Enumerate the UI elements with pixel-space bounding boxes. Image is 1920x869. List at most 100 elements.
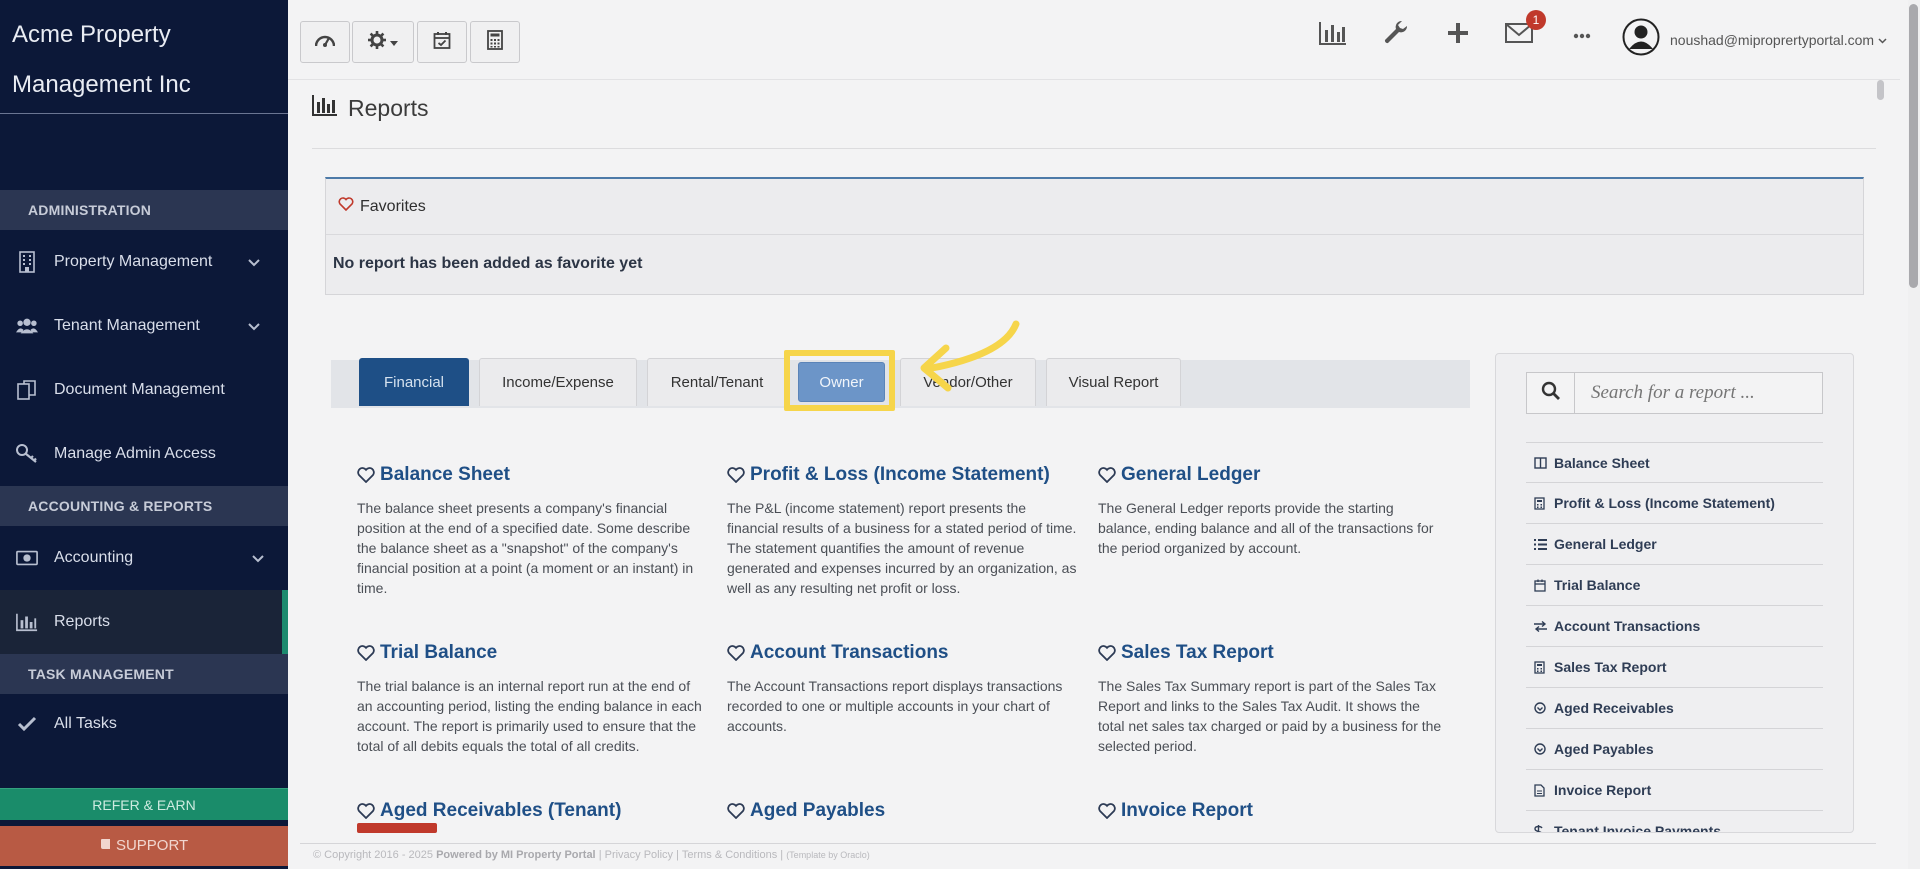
heart-icon[interactable] (727, 803, 745, 819)
report-card-sales-tax[interactable]: Sales Tax Report The Sales Tax Summary r… (1098, 642, 1448, 756)
report-description: The balance sheet presents a company's f… (357, 500, 694, 596)
sidebar-item-label: Accounting (54, 549, 134, 566)
report-title[interactable]: Balance Sheet (380, 464, 510, 486)
report-card-profit-loss[interactable]: Profit & Loss (Income Statement) The P&L… (727, 464, 1077, 598)
report-description: The trial balance is an internal report … (357, 678, 702, 754)
list-item-label: Aged Receivables (1554, 700, 1674, 716)
content-scrollbar[interactable] (1876, 80, 1886, 845)
settings-dropdown-button[interactable] (352, 21, 414, 63)
ellipsis-icon (1573, 26, 1591, 44)
list-item[interactable]: Aged Payables (1526, 729, 1823, 770)
report-title[interactable]: Invoice Report (1121, 800, 1253, 822)
tab-income-expense[interactable]: Income/Expense (479, 358, 637, 406)
report-card-account-transactions[interactable]: Account Transactions The Account Transac… (727, 642, 1077, 736)
tools-button[interactable] (1379, 18, 1413, 52)
report-title[interactable]: Account Transactions (750, 642, 949, 664)
window-scrollbar-thumb[interactable] (1909, 4, 1918, 288)
heart-icon[interactable] (357, 803, 375, 819)
refer-earn-button[interactable]: REFER & EARN (0, 788, 288, 820)
tab-rental-tenant[interactable]: Rental/Tenant (647, 358, 787, 406)
sidebar-item-label: Reports (54, 613, 111, 630)
calculator-button[interactable] (470, 21, 520, 63)
retiring-badge (357, 823, 437, 833)
check-icon (16, 713, 38, 735)
list-item[interactable]: Balance Sheet (1526, 442, 1823, 483)
report-card-aged-payables[interactable]: Aged Payables (727, 800, 1077, 822)
footer-powered[interactable]: Powered by MI Property Portal (436, 849, 596, 861)
sidebar-item-document-management[interactable]: Document Management (0, 358, 288, 422)
favorites-panel: Favorites No report has been added as fa… (325, 177, 1864, 295)
heart-icon[interactable] (357, 645, 375, 661)
section-task-management: TASK MANAGEMENT (0, 654, 288, 694)
key-icon (16, 443, 38, 465)
more-button[interactable] (1565, 18, 1599, 52)
sidebar-item-reports[interactable]: Reports (0, 590, 288, 654)
report-card-trial-balance[interactable]: Trial Balance The trial balance is an in… (357, 642, 707, 756)
sidebar-item-tenant-management[interactable]: Tenant Management (0, 294, 288, 358)
heart-icon[interactable] (1098, 803, 1116, 819)
report-card-aged-receivables-tenant[interactable]: Aged Receivables (Tenant) (357, 800, 707, 822)
report-title[interactable]: Aged Receivables (Tenant) (380, 800, 621, 822)
tab-financial[interactable]: Financial (359, 358, 469, 406)
top-bar: 1 noushad@miproprertyportal.com (288, 0, 1900, 80)
dashboard-button[interactable] (300, 21, 350, 63)
search-button[interactable] (1527, 373, 1575, 413)
highlight-box (784, 350, 895, 411)
sidebar-item-accounting[interactable]: Accounting (0, 526, 288, 590)
list-item[interactable]: Profit & Loss (Income Statement) (1526, 483, 1823, 524)
heart-icon[interactable] (357, 467, 375, 483)
list-item[interactable]: Tenant Invoice Payments (1526, 811, 1823, 833)
sidebar-item-all-tasks[interactable]: All Tasks (0, 694, 288, 754)
list-item[interactable]: Aged Receivables (1526, 688, 1823, 729)
report-card-invoice-report[interactable]: Invoice Report (1098, 800, 1448, 822)
list-item-label: Account Transactions (1554, 618, 1701, 634)
heart-icon[interactable] (727, 467, 745, 483)
report-title[interactable]: Aged Payables (750, 800, 885, 822)
user-menu[interactable]: noushad@miproprertyportal.com (1622, 18, 1887, 61)
heart-icon[interactable] (1098, 467, 1116, 483)
wrench-icon (1383, 20, 1409, 51)
report-description: The P&L (income statement) report presen… (727, 500, 1077, 596)
heart-icon[interactable] (727, 645, 745, 661)
favorites-title: Favorites (360, 197, 426, 215)
report-title[interactable]: Profit & Loss (Income Statement) (750, 464, 1050, 486)
dollar-icon (1534, 824, 1550, 832)
footer-links[interactable]: | Privacy Policy | Terms & Conditions | (599, 849, 783, 861)
add-button[interactable] (1441, 18, 1475, 52)
quick-report-panel: Balance Sheet Profit & Loss (Income Stat… (1495, 353, 1854, 833)
support-button[interactable]: SUPPORT (0, 826, 288, 866)
list-item-label: Profit & Loss (Income Statement) (1554, 495, 1775, 511)
brand[interactable]: Acme Property Management Inc (0, 0, 288, 114)
list-item[interactable]: Sales Tax Report (1526, 647, 1823, 688)
chevron-down-icon (252, 550, 264, 568)
list-item[interactable]: Account Transactions (1526, 606, 1823, 647)
heart-icon[interactable] (1098, 645, 1116, 661)
messages-button[interactable]: 1 (1502, 10, 1546, 52)
report-title[interactable]: Sales Tax Report (1121, 642, 1274, 664)
list-item-label: Balance Sheet (1554, 454, 1650, 471)
sidebar-item-manage-admin-access[interactable]: Manage Admin Access (0, 422, 288, 486)
list-item[interactable]: Trial Balance (1526, 565, 1823, 606)
tab-visual-report[interactable]: Visual Report (1046, 358, 1181, 406)
sidebar-item-label: Manage Admin Access (54, 445, 216, 462)
content-scrollbar-thumb[interactable] (1877, 80, 1884, 100)
list-item[interactable]: General Ledger (1526, 524, 1823, 565)
heart-icon (338, 197, 354, 216)
report-title[interactable]: Trial Balance (380, 642, 497, 664)
report-card-general-ledger[interactable]: General Ledger The General Ledger report… (1098, 464, 1448, 558)
search-input[interactable] (1575, 373, 1815, 413)
report-card-balance-sheet[interactable]: Balance Sheet The balance sheet presents… (357, 464, 707, 598)
list-item-label: Invoice Report (1554, 782, 1652, 798)
list-item[interactable]: Invoice Report (1526, 770, 1823, 811)
gear-icon (368, 30, 386, 54)
sidebar-item-property-management[interactable]: Property Management (0, 230, 288, 294)
header-divider (312, 148, 1876, 149)
report-title[interactable]: General Ledger (1121, 464, 1260, 486)
reports-shortcut-button[interactable] (1316, 18, 1350, 52)
report-description: The Account Transactions report displays… (727, 678, 1063, 734)
calendar-button[interactable] (417, 21, 467, 63)
page-title: Reports (312, 94, 429, 122)
list-item-label: Tenant Invoice Payments (1554, 823, 1722, 833)
report-description: The Sales Tax Summary report is part of … (1098, 678, 1442, 754)
message-count-badge: 1 (1526, 10, 1546, 30)
